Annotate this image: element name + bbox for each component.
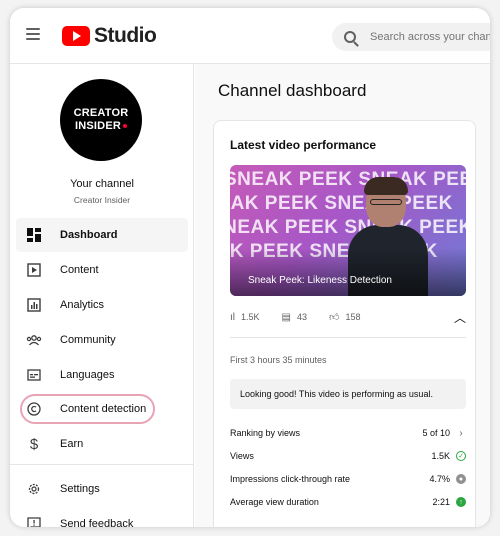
thumbs-up-icon: 👍︎ <box>328 312 340 323</box>
sidebar-item-content[interactable]: Content <box>16 253 188 287</box>
channel-title: Your channel <box>70 178 134 190</box>
sidebar-item-send-feedback[interactable]: Send feedback <box>16 507 188 527</box>
sidebar-item-label: Community <box>60 334 116 346</box>
neutral-circle-icon: ● <box>456 474 466 484</box>
channel-avatar[interactable]: CREATOR INSIDER <box>60 79 142 161</box>
metric-ctr: Impressions click-through rate 4.7% ● <box>230 471 466 487</box>
video-title: Sneak Peek: Likeness Detection <box>248 275 392 286</box>
main-content: Channel dashboard Latest video performan… <box>195 64 490 527</box>
hamburger-menu-icon[interactable] <box>26 28 40 40</box>
sidebar-item-label: Content detection <box>60 403 147 415</box>
sidebar-item-languages[interactable]: Languages <box>16 358 188 392</box>
studio-logo[interactable]: Studio <box>62 24 157 48</box>
settings-icon <box>26 481 42 497</box>
content-icon <box>26 262 42 278</box>
sidebar-item-analytics[interactable]: Analytics <box>16 288 188 322</box>
dashboard-icon <box>26 227 42 243</box>
check-circle-icon: ✓ <box>456 451 466 461</box>
youtube-play-icon <box>62 26 90 46</box>
performance-banner: Looking good! This video is performing a… <box>230 379 466 409</box>
avatar-text-line2: INSIDER <box>75 120 128 133</box>
sidebar-item-earn[interactable]: $ Earn <box>16 427 188 461</box>
up-arrow-icon: ↑ <box>456 497 466 507</box>
sidebar-item-label: Dashboard <box>60 229 118 241</box>
search-icon[interactable] <box>344 31 356 43</box>
sidebar-item-label: Earn <box>60 438 84 450</box>
search-bar[interactable] <box>332 23 490 51</box>
search-input[interactable] <box>370 31 490 43</box>
feedback-icon <box>26 516 42 527</box>
sidebar-divider <box>10 464 194 465</box>
video-thumbnail[interactable]: SNEAK PEEK SNEAK PEEK SNEAK PEEK SNEAK P… <box>230 165 466 296</box>
time-range: First 3 hours 35 minutes <box>230 355 327 365</box>
video-stats: ıl 1.5K ▤ 43 👍︎ 158 <box>230 311 382 324</box>
sidebar-item-label: Settings <box>60 483 100 495</box>
metric-views: Views 1.5K ✓ <box>230 448 466 464</box>
community-icon <box>26 332 42 348</box>
red-dot-icon <box>123 124 128 129</box>
sidebar-item-community[interactable]: Community <box>16 323 188 357</box>
comment-icon: ▤ <box>281 311 291 323</box>
comments-stat: ▤ 43 <box>281 311 307 323</box>
sidebar-item-label: Send feedback <box>60 518 134 527</box>
content-detection-icon <box>26 401 42 417</box>
metric-avg-duration: Average view duration 2:21 ↑ <box>230 494 466 510</box>
logo-text: Studio <box>94 24 157 47</box>
languages-icon <box>26 367 42 383</box>
studio-window: Studio CREATOR INSIDER Your channel Crea… <box>10 8 490 527</box>
sidebar: CREATOR INSIDER Your channel Creator Ins… <box>10 64 194 527</box>
likes-stat: 👍︎ 158 <box>328 312 361 323</box>
sidebar-item-dashboard[interactable]: Dashboard <box>16 218 188 252</box>
views-stat: ıl 1.5K <box>230 311 260 323</box>
sidebar-item-label: Analytics <box>60 299 105 311</box>
card-divider <box>230 337 466 338</box>
chevron-up-icon[interactable]: ︿ <box>454 309 466 326</box>
bar-chart-icon: ıl <box>230 311 235 323</box>
sidebar-item-label: Content <box>60 264 99 276</box>
analytics-icon <box>26 297 42 313</box>
earn-icon: $ <box>29 435 39 453</box>
latest-video-card: Latest video performance SNEAK PEEK SNEA… <box>213 120 476 527</box>
sidebar-item-settings[interactable]: Settings <box>16 472 188 506</box>
sidebar-item-label: Languages <box>60 369 115 381</box>
avatar-text-line1: CREATOR <box>73 107 129 119</box>
channel-name: Creator Insider <box>73 195 131 205</box>
sidebar-item-content-detection[interactable]: Content detection <box>16 392 188 426</box>
top-bar: Studio <box>10 8 490 64</box>
metric-ranking[interactable]: Ranking by views 5 of 10 › <box>230 425 466 441</box>
page-title: Channel dashboard <box>218 81 367 100</box>
card-title: Latest video performance <box>230 138 377 152</box>
chevron-right-icon: › <box>459 427 463 439</box>
